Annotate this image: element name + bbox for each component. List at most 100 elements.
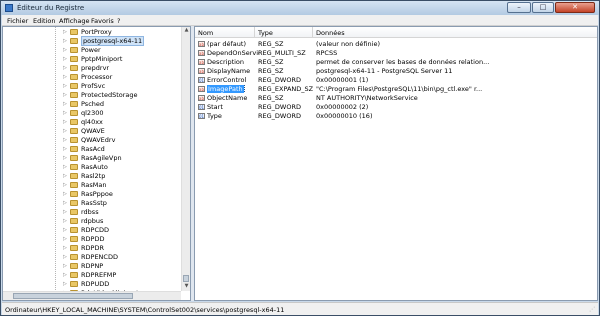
tree-item[interactable]: ▷ RDPUDD <box>63 280 183 289</box>
expand-arrow-icon[interactable]: ▷ <box>63 92 67 98</box>
expand-arrow-icon[interactable]: ▷ <box>63 254 67 260</box>
expand-arrow-icon[interactable]: ▷ <box>63 200 67 206</box>
tree-item[interactable]: ▷ ProfSvc <box>63 82 183 91</box>
menu-help[interactable]: ? <box>117 17 120 25</box>
expand-arrow-icon[interactable]: ▷ <box>63 227 67 233</box>
expand-arrow-icon[interactable]: ▷ <box>63 209 67 215</box>
scroll-up-icon[interactable]: ▲ <box>182 27 190 35</box>
expand-arrow-icon[interactable]: ▷ <box>63 272 67 278</box>
expand-arrow-icon[interactable]: ▷ <box>63 236 67 242</box>
tree-item[interactable]: ▷ rdbss <box>63 208 183 217</box>
value-type: REG_EXPAND_SZ <box>258 85 314 93</box>
tree-item[interactable]: ▷ RDPNP <box>63 262 183 271</box>
expand-arrow-icon[interactable]: ▷ <box>63 119 67 125</box>
tree-item[interactable]: ▷ RDPCDD <box>63 226 183 235</box>
tree-scroll-thumb[interactable] <box>183 275 189 282</box>
folder-icon <box>70 272 78 278</box>
expand-arrow-icon[interactable]: ▷ <box>63 74 67 80</box>
tree-item[interactable]: ▷ ql40xx <box>63 118 183 127</box>
expand-arrow-icon[interactable]: ▷ <box>63 155 67 161</box>
table-row[interactable]: 01 Start REG_DWORD 0x00000002 (2) <box>195 103 597 112</box>
folder-icon <box>70 155 78 161</box>
expand-arrow-icon[interactable]: ▷ <box>63 47 67 53</box>
expand-arrow-icon[interactable]: ▷ <box>63 263 67 269</box>
expand-arrow-icon[interactable]: ▷ <box>63 146 67 152</box>
folder-icon <box>70 254 78 260</box>
registry-tree[interactable]: ▷ PortProxy ▷ postgresql-x64-11 ▷ Power ▷ PptpM… <box>2 26 191 301</box>
expand-arrow-icon[interactable]: ▷ <box>63 245 67 251</box>
tree-item[interactable]: ▷ postgresql-x64-11 <box>63 36 183 46</box>
tree-item[interactable]: ▷ RDPENCDD <box>63 253 183 262</box>
tree-item[interactable]: ▷ RDPDD <box>63 235 183 244</box>
column-header-data[interactable]: Données <box>313 27 597 38</box>
menu-edition[interactable]: Edition <box>33 17 56 25</box>
tree-item[interactable]: ▷ ql2300 <box>63 109 183 118</box>
tree-item[interactable]: ▷ Rasl2tp <box>63 172 183 181</box>
expand-arrow-icon[interactable]: ▷ <box>63 83 67 89</box>
expand-arrow-icon[interactable]: ▷ <box>63 29 67 35</box>
expand-arrow-icon[interactable]: ▷ <box>63 56 67 62</box>
resize-grip-icon[interactable]: ⋰ <box>589 306 597 314</box>
table-row[interactable]: 01 ErrorControl REG_DWORD 0x00000001 (1) <box>195 76 597 85</box>
folder-icon <box>70 101 78 107</box>
value-name: Description <box>207 58 245 66</box>
table-row[interactable]: 01 Type REG_DWORD 0x00000010 (16) <box>195 112 597 121</box>
expand-arrow-icon[interactable]: ▷ <box>63 110 67 116</box>
close-button[interactable]: ✕ <box>555 2 595 13</box>
table-row[interactable]: ab ImagePath REG_EXPAND_SZ "C:\Program File… <box>195 85 597 94</box>
tree-item[interactable]: ▷ rdpbus <box>63 217 183 226</box>
expand-arrow-icon[interactable]: ▷ <box>63 38 67 44</box>
tree-item[interactable]: ▷ QWAVE <box>63 127 183 136</box>
tree-item-label: RasAgileVpn <box>81 154 122 162</box>
tree-item[interactable]: ▷ Processor <box>63 73 183 82</box>
tree-item[interactable]: ▷ RasAcd <box>63 145 183 154</box>
scroll-down-icon[interactable]: ▼ <box>182 283 190 291</box>
expand-arrow-icon[interactable]: ▷ <box>63 281 67 287</box>
maximize-button[interactable]: □ <box>532 2 554 13</box>
minimize-button[interactable]: – <box>507 2 531 13</box>
value-type: REG_SZ <box>258 58 284 66</box>
tree-item[interactable]: ▷ RDPREFMP <box>63 271 183 280</box>
column-header-name[interactable]: Nom <box>195 27 255 38</box>
dword-value-icon: 01 <box>198 104 205 110</box>
table-row[interactable]: ab (par défaut) REG_SZ (valeur non définie) <box>195 40 597 49</box>
menu-favoris[interactable]: Favoris <box>91 17 114 25</box>
tree-item-label: Rasl2tp <box>81 172 106 180</box>
table-row[interactable]: ab Description REG_SZ permet de conserver l… <box>195 58 597 67</box>
tree-hscroll-thumb[interactable] <box>13 293 133 299</box>
expand-arrow-icon[interactable]: ▷ <box>63 218 67 224</box>
tree-item[interactable]: ▷ Psched <box>63 100 183 109</box>
expand-arrow-icon[interactable]: ▷ <box>63 137 67 143</box>
expand-arrow-icon[interactable]: ▷ <box>63 65 67 71</box>
column-header-type[interactable]: Type <box>255 27 313 38</box>
tree-item[interactable]: ▷ PptpMiniport <box>63 55 183 64</box>
tree-item[interactable]: ▷ RDPDR <box>63 244 183 253</box>
expand-arrow-icon[interactable]: ▷ <box>63 101 67 107</box>
menu-fichier[interactable]: Fichier <box>7 17 28 25</box>
menu-affichage[interactable]: Affichage <box>59 17 90 25</box>
expand-arrow-icon[interactable]: ▷ <box>63 182 67 188</box>
tree-item[interactable]: ▷ RasPppoe <box>63 190 183 199</box>
tree-item[interactable]: ▷ Power <box>63 46 183 55</box>
tree-item[interactable]: ▷ RasAuto <box>63 163 183 172</box>
expand-arrow-icon[interactable]: ▷ <box>63 191 67 197</box>
table-row[interactable]: ab ObjectName REG_SZ NT AUTHORITY\NetworkSe… <box>195 94 597 103</box>
string-value-icon: ab <box>198 86 205 92</box>
expand-arrow-icon[interactable]: ▷ <box>63 128 67 134</box>
tree-item[interactable]: ▷ RasMan <box>63 181 183 190</box>
tree-horizontal-scrollbar[interactable] <box>3 291 181 300</box>
tree-item[interactable]: ▷ ProtectedStorage <box>63 91 183 100</box>
tree-item[interactable]: ▷ prepdrvr <box>63 64 183 73</box>
title-bar[interactable]: Éditeur du Registre – □ ✕ <box>1 1 599 15</box>
tree-item-label: rdpbus <box>81 217 104 225</box>
tree-item[interactable]: ▷ RasAgileVpn <box>63 154 183 163</box>
tree-item[interactable]: ▷ QWAVEdrv <box>63 136 183 145</box>
tree-item-label: RDPDR <box>81 244 104 252</box>
table-row[interactable]: ab DisplayName REG_SZ postgresql-x64-11 - P… <box>195 67 597 76</box>
expand-arrow-icon[interactable]: ▷ <box>63 173 67 179</box>
values-list[interactable]: Nom Type Données ab (par défaut) REG_SZ (va… <box>194 26 598 301</box>
tree-item[interactable]: ▷ RasSstp <box>63 199 183 208</box>
table-row[interactable]: abDependOnServiceREG_MULTI_SZ RPCSS <box>195 49 597 58</box>
expand-arrow-icon[interactable]: ▷ <box>63 164 67 170</box>
tree-vertical-scrollbar[interactable]: ▲ ▼ <box>181 27 190 291</box>
